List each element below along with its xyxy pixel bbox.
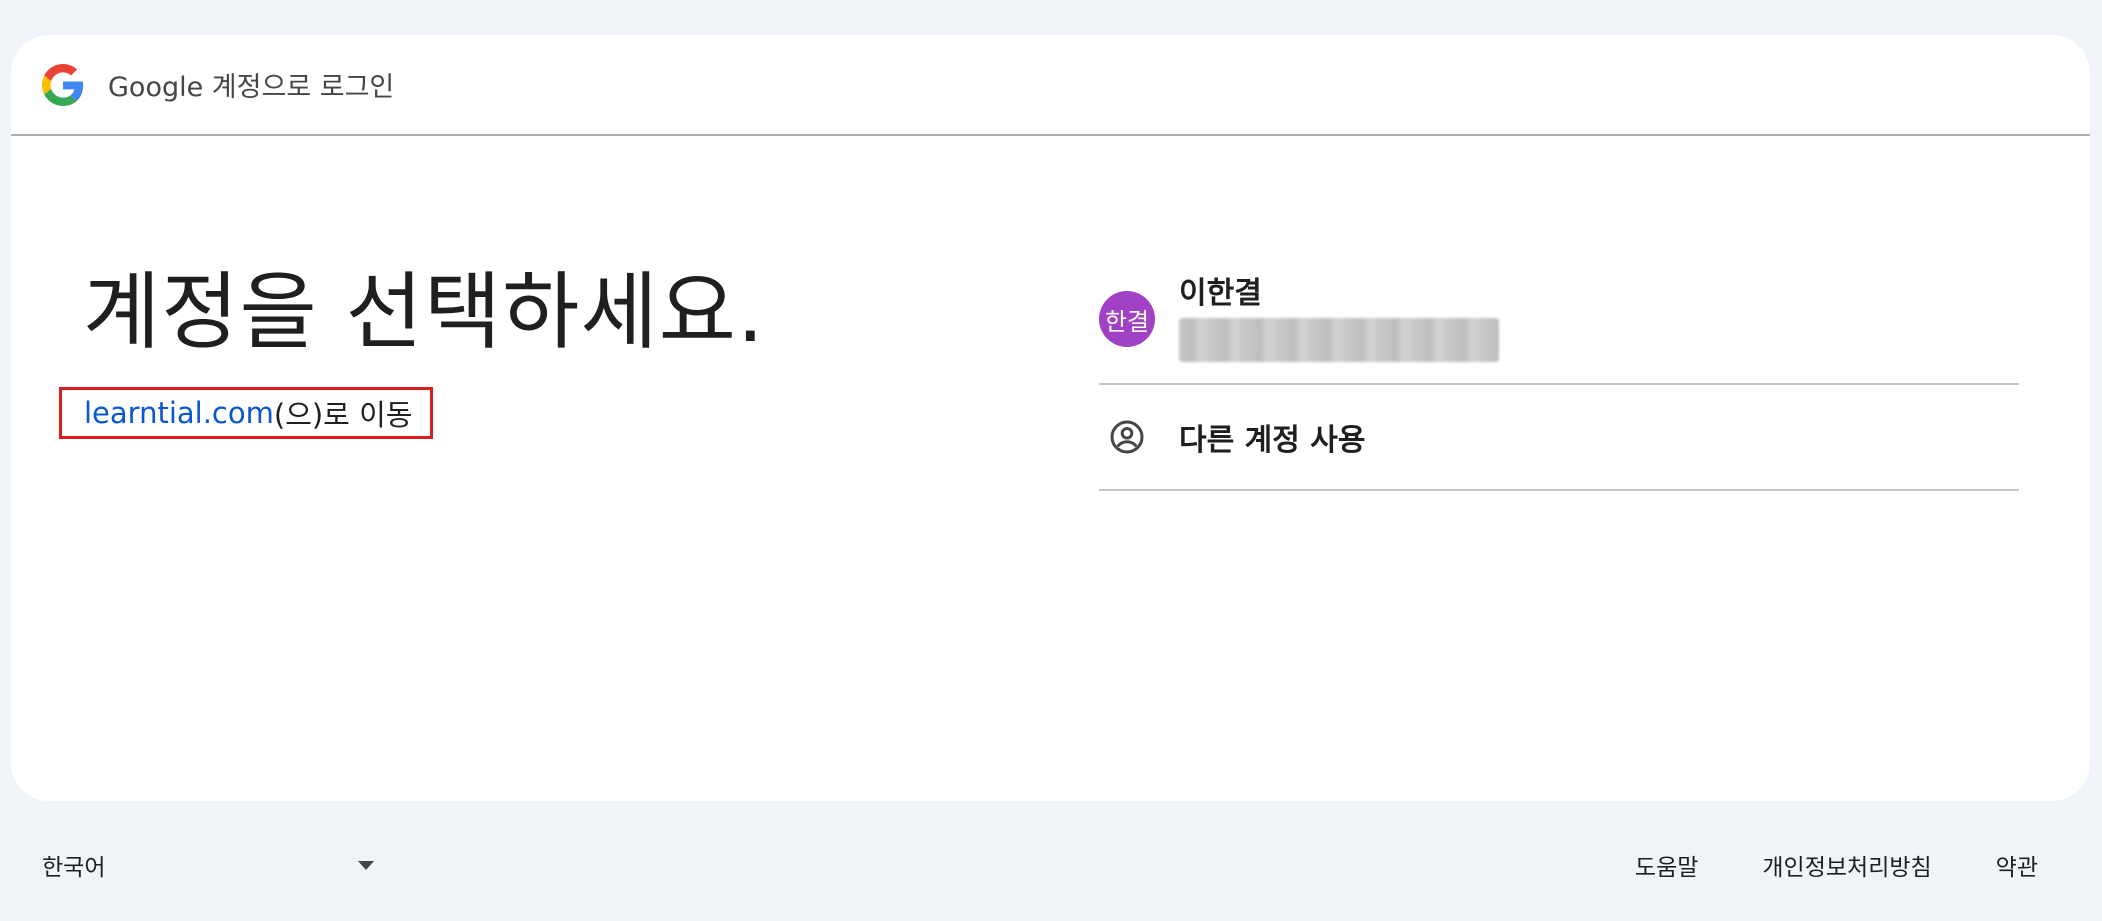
use-another-account-label: 다른 계정 사용 [1179,423,1366,458]
header-title: Google 계정으로 로그인 [108,72,395,103]
account-circle-icon [1099,409,1155,465]
account-details: 이한결 [1179,276,1499,362]
footer-links: 도움말 개인정보처리방침 약관 [1635,845,2038,885]
help-link[interactable]: 도움말 [1635,848,1698,882]
terms-link[interactable]: 약관 [1996,848,2038,882]
account-list: 한결 이한결 다른 계정 사용 [1099,267,2019,491]
continue-to-suffix: (으)로 이동 [273,398,413,432]
use-another-account-button[interactable]: 다른 계정 사용 [1099,385,2019,491]
app-domain-link[interactable]: learntial.com [84,396,274,430]
page-title: 계정을 선택하세요. [83,263,765,361]
account-email-redacted [1179,318,1499,362]
language-label: 한국어 [42,855,106,881]
sign-in-card: Google 계정으로 로그인 계정을 선택하세요. learntial.com… [11,35,2090,801]
footer: 한국어 도움말 개인정보처리방침 약관 [0,845,2102,885]
avatar: 한결 [1099,291,1155,347]
language-select[interactable]: 한국어 [42,845,382,885]
account-item[interactable]: 한결 이한결 [1099,267,2019,385]
chevron-down-icon [358,861,374,870]
account-name: 이한결 [1179,276,1262,311]
continue-to-app: learntial.com (으)로 이동 [59,387,434,439]
card-header: Google 계정으로 로그인 [11,35,2090,136]
google-g-icon [42,63,84,106]
privacy-link[interactable]: 개인정보처리방침 [1762,848,1931,882]
